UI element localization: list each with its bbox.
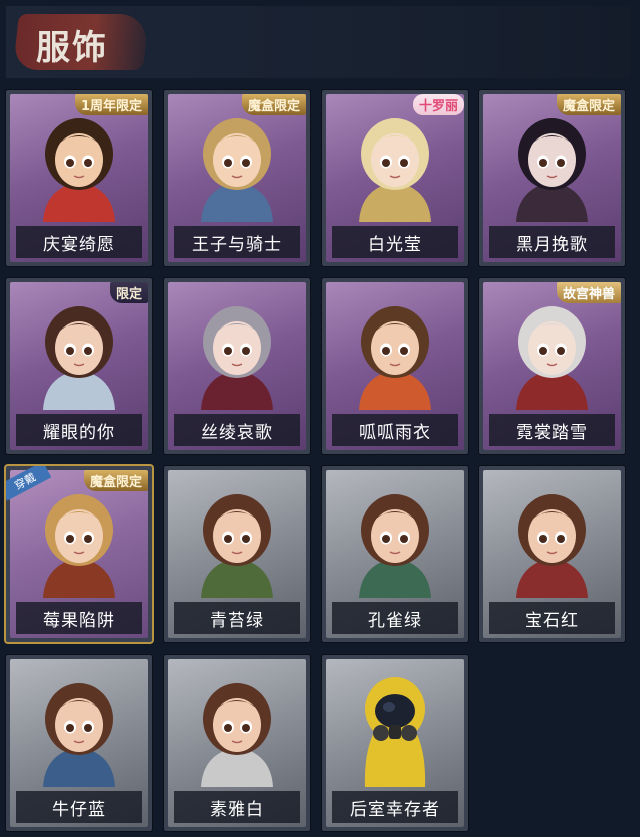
character-portrait-icon	[345, 292, 445, 410]
costume-card[interactable]: 孔雀绿	[322, 466, 468, 642]
costume-card[interactable]: 魔盒限定 穿戴 莓果陷阱	[6, 466, 152, 642]
costume-card[interactable]: 青苔绿	[164, 466, 310, 642]
costume-card[interactable]: 十罗丽白光莹	[322, 90, 468, 266]
character-portrait-icon	[29, 292, 129, 410]
costume-name: 庆宴绮愿	[16, 226, 142, 258]
costume-card[interactable]: 故宫神兽霓裳踏雪	[479, 278, 625, 454]
costume-card[interactable]: 牛仔蓝	[6, 655, 152, 831]
costume-card[interactable]: 宝石红	[479, 466, 625, 642]
costume-card[interactable]: 素雅白	[164, 655, 310, 831]
character-portrait-icon	[29, 669, 129, 787]
costume-card[interactable]: 魔盒限定王子与骑士	[164, 90, 310, 266]
limited-badge: 魔盒限定	[83, 470, 148, 491]
costume-name: 宝石红	[489, 602, 615, 634]
costume-card[interactable]: 限定耀眼的你	[6, 278, 152, 454]
costume-card[interactable]: 魔盒限定黑月挽歌	[479, 90, 625, 266]
costume-name: 黑月挽歌	[489, 226, 615, 258]
costume-name: 王子与骑士	[174, 226, 300, 258]
limited-badge: 魔盒限定	[241, 94, 306, 115]
costume-name: 呱呱雨衣	[332, 414, 458, 446]
character-portrait-icon	[502, 292, 602, 410]
costume-card[interactable]: 丝绫哀歌	[164, 278, 310, 454]
limited-badge: 十罗丽	[412, 94, 464, 115]
costume-name: 后室幸存者	[332, 791, 458, 823]
costume-name: 莓果陷阱	[16, 602, 142, 634]
character-portrait-icon	[187, 104, 287, 222]
character-portrait-icon	[502, 480, 602, 598]
character-portrait-icon	[29, 104, 129, 222]
costume-name: 素雅白	[174, 791, 300, 823]
costume-name: 丝绫哀歌	[174, 414, 300, 446]
limited-badge: 1周年限定	[74, 94, 148, 115]
costume-name: 耀眼的你	[16, 414, 142, 446]
costume-card[interactable]: 1周年限定庆宴绮愿	[6, 90, 152, 266]
costume-name: 孔雀绿	[332, 602, 458, 634]
character-portrait-icon	[345, 480, 445, 598]
character-portrait-icon	[187, 669, 287, 787]
costume-card[interactable]: 呱呱雨衣	[322, 278, 468, 454]
character-portrait-icon	[345, 669, 445, 787]
limited-badge: 限定	[109, 282, 148, 303]
character-portrait-icon	[502, 104, 602, 222]
costume-name: 牛仔蓝	[16, 791, 142, 823]
costume-name: 青苔绿	[174, 602, 300, 634]
character-portrait-icon	[345, 104, 445, 222]
character-portrait-icon	[187, 480, 287, 598]
character-portrait-icon	[29, 480, 129, 598]
costume-name: 霓裳踏雪	[489, 414, 615, 446]
page-title: 服饰	[36, 28, 108, 68]
header-panel: 服饰	[6, 6, 630, 78]
limited-badge: 魔盒限定	[556, 94, 621, 115]
character-portrait-icon	[187, 292, 287, 410]
costume-card[interactable]: 后室幸存者	[322, 655, 468, 831]
limited-badge: 故宫神兽	[556, 282, 621, 303]
costume-name: 白光莹	[332, 226, 458, 258]
